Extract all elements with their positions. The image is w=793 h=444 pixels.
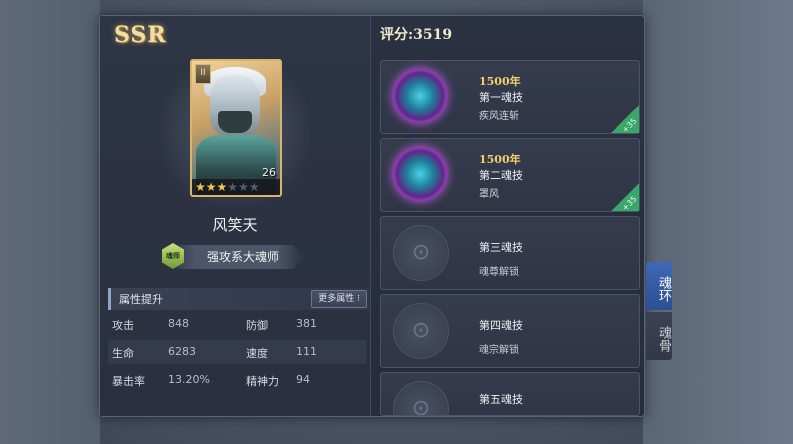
more-attributes-button[interactable]: 更多属性 ⁝ xyxy=(311,290,367,308)
star-rating: ★★★★★★ xyxy=(192,179,280,195)
star-icon: ★ xyxy=(195,180,206,194)
background-right xyxy=(643,0,793,444)
star-icon: ★ xyxy=(238,180,249,194)
ring-name: 第一魂技 xyxy=(479,91,523,104)
lock-icon: ⊙ xyxy=(393,225,449,281)
tab-soul-bone[interactable]: 魂骨 xyxy=(646,312,672,360)
card-rank-badge: II xyxy=(195,64,211,84)
attr-key: 精神力 xyxy=(246,375,279,388)
attr-value: 848 xyxy=(168,317,189,330)
soul-ring-icon xyxy=(393,69,447,123)
upgrade-tag-text: +35 xyxy=(620,194,639,213)
attr-value: 381 xyxy=(296,317,317,330)
ring-name: 第四魂技 xyxy=(479,319,523,332)
attribute-row: 暴击率 13.20% 精神力 94 xyxy=(108,368,366,392)
score-label: 评分:3519 xyxy=(380,27,453,43)
lock-icon: ⊙ xyxy=(393,303,449,359)
upgrade-tag: +35 xyxy=(611,183,639,213)
star-icon: ★ xyxy=(248,180,260,194)
attribute-row: 攻击 848 防御 381 xyxy=(108,312,366,336)
ring-name: 第三魂技 xyxy=(479,241,523,254)
attribute-row: 生命 6283 速度 111 xyxy=(108,340,366,364)
hero-title: 强攻系大魂师 xyxy=(206,250,279,264)
attribute-box: 属性提升 更多属性 ⁝ 攻击 848 防御 381 生命 6283 速度 111… xyxy=(108,288,369,408)
attr-key: 生命 xyxy=(112,347,134,360)
hero-level: 26 xyxy=(262,166,276,179)
soul-ring-slot-1[interactable]: 1500年 第一魂技 疾风连斩 +35 xyxy=(380,60,640,135)
hero-info-column: SSR II 26 ★★★★★★ 风笑天 魂师 强攻系大魂师 属性提升 更多属性… xyxy=(100,16,371,416)
unlock-hint: 魂宗解锁 xyxy=(479,345,519,356)
attr-key: 暴击率 xyxy=(112,375,145,388)
rarity-label: SSR xyxy=(114,22,167,48)
info-icon: ⁝ xyxy=(354,294,360,304)
upgrade-tag: +35 xyxy=(611,105,639,135)
background-left xyxy=(0,0,100,444)
tab-soul-ring[interactable]: 魂环 xyxy=(646,262,672,310)
ring-age: 1500年 xyxy=(479,153,521,166)
hero-mask xyxy=(218,111,252,133)
soul-ring-slot-3[interactable]: ⊙ 第三魂技 魂尊解锁 xyxy=(380,216,640,290)
soul-ring-slot-5[interactable]: ⊙ 第五魂技 xyxy=(380,372,640,416)
soul-ring-column: 评分:3519 1500年 第一魂技 疾风连斩 +35 1500年 第二魂技 罩… xyxy=(376,16,640,416)
hero-name: 风笑天 xyxy=(212,216,258,234)
attr-key: 攻击 xyxy=(112,319,134,332)
ring-skill: 罩风 xyxy=(479,189,499,200)
soul-ring-slot-4[interactable]: ⊙ 第四魂技 魂宗解锁 xyxy=(380,294,640,368)
attr-value: 13.20% xyxy=(168,373,210,386)
attr-value: 111 xyxy=(296,345,317,358)
ring-skill: 疾风连斩 xyxy=(479,111,519,122)
attr-key: 防御 xyxy=(246,319,268,332)
ring-name: 第五魂技 xyxy=(479,393,523,406)
attr-value: 6283 xyxy=(168,345,196,358)
upgrade-tag-text: +35 xyxy=(620,116,639,135)
attribute-header: 属性提升 更多属性 ⁝ xyxy=(108,288,369,310)
soul-ring-icon xyxy=(393,147,447,201)
star-icon: ★ xyxy=(216,180,228,194)
side-tabs: 魂环 魂骨 xyxy=(646,262,672,362)
hero-card[interactable]: II 26 ★★★★★★ xyxy=(190,59,282,197)
star-icon: ★ xyxy=(227,180,239,194)
unlock-hint: 魂尊解锁 xyxy=(479,267,519,278)
ring-age: 1500年 xyxy=(479,75,521,88)
soul-ring-slot-2[interactable]: 1500年 第二魂技 罩风 +35 xyxy=(380,138,640,213)
more-attributes-label: 更多属性 xyxy=(318,294,355,304)
ring-name: 第二魂技 xyxy=(479,169,523,182)
attribute-title: 属性提升 xyxy=(119,293,163,306)
lock-icon: ⊙ xyxy=(393,381,449,415)
attr-key: 速度 xyxy=(246,347,268,360)
attr-value: 94 xyxy=(296,373,310,386)
hero-detail-panel: SSR II 26 ★★★★★★ 风笑天 魂师 强攻系大魂师 属性提升 更多属性… xyxy=(99,15,645,417)
star-icon: ★ xyxy=(205,180,217,194)
